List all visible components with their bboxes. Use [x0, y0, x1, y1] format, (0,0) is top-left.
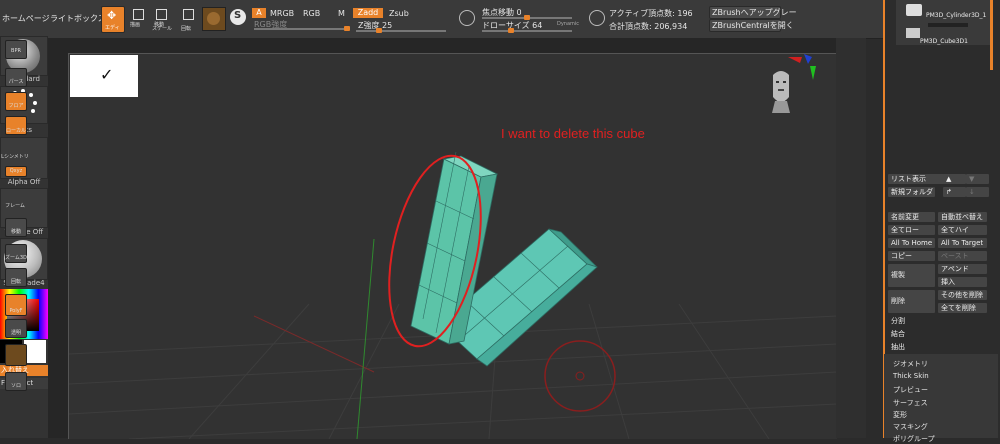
folder-arrow-icon: ↱	[946, 188, 952, 196]
extract-button[interactable]: 抽出	[888, 342, 935, 352]
draw-size-slider[interactable]	[482, 28, 572, 33]
lsym-button[interactable]: Lシンメトリ	[1, 146, 29, 163]
navigation-thumbnail[interactable]: ✓	[70, 55, 138, 97]
active-points-label: アクティブ頂点数: 196	[609, 9, 693, 18]
subtool-scrollbar[interactable]	[990, 0, 993, 70]
menu-geometry[interactable]: ジオメトリ	[893, 359, 928, 369]
ghost-button[interactable]	[5, 344, 27, 366]
subtool-item-1[interactable]: PM3D_Cylinder3D_1	[926, 12, 986, 19]
rgb-toggle[interactable]: RGB	[303, 9, 320, 18]
menu-polygroups[interactable]: ポリグループ	[893, 434, 935, 444]
cube-thumb-icon	[906, 28, 920, 38]
polyf-button[interactable]: PolyF	[5, 294, 27, 316]
a-toggle[interactable]: A	[252, 8, 266, 18]
focal-shift-slider[interactable]	[482, 15, 572, 20]
menu-preview[interactable]: プレビュー	[893, 385, 928, 395]
rotate-icon	[183, 9, 194, 20]
mrgb-toggle[interactable]: MRGB	[270, 9, 294, 18]
axis-gizmo-icon	[788, 54, 816, 80]
delete-other-button[interactable]: その他を削除	[938, 290, 987, 300]
duplicate-button[interactable]: 複製	[888, 264, 935, 287]
cylinder-thumb-icon	[906, 4, 922, 16]
total-points-label: 合計頂点数: 206,934	[609, 22, 688, 31]
arrow-up-button[interactable]: ▲	[943, 174, 966, 184]
document-canvas[interactable]: ✓ I want to delete this cube	[68, 53, 837, 439]
draw-button[interactable]: 描画	[130, 9, 146, 29]
arrow-down-icon: ▼	[969, 175, 975, 183]
home-page-button[interactable]: ホームページ	[2, 13, 50, 24]
zoom3d-button[interactable]: ズーム3D	[5, 244, 27, 263]
m-toggle[interactable]: M	[338, 9, 345, 18]
delete-button[interactable]: 削除	[888, 290, 935, 313]
transp-button[interactable]: 透明	[5, 319, 27, 338]
append-button[interactable]: アペンド	[938, 264, 987, 274]
zsub-toggle[interactable]: Zsub	[389, 9, 409, 18]
arrow-down-button[interactable]: ▼	[966, 174, 989, 184]
copy-button[interactable]: コピー	[888, 251, 935, 261]
menu-surface[interactable]: サーフェス	[893, 398, 928, 408]
new-folder-button[interactable]: 新規フォルダ	[888, 187, 935, 197]
secondary-color-swatch[interactable]	[24, 340, 46, 363]
zbrush-central-button[interactable]: ZBrushCentralを開く	[709, 19, 794, 32]
right-shelf	[836, 38, 866, 438]
all-high-button[interactable]: 全てハイ	[938, 225, 987, 235]
viewport-scene	[69, 151, 837, 439]
menu-deformation[interactable]: 変形	[893, 410, 907, 420]
alpha-label: Alpha Off	[7, 178, 41, 186]
persp-button[interactable]: パース	[5, 68, 27, 87]
color-picker-icon[interactable]: S	[230, 9, 246, 25]
lightbox-button[interactable]: ライトボックス	[50, 13, 106, 24]
delete-all-button[interactable]: 全てを削除	[938, 303, 987, 313]
auto-reorder-button[interactable]: 自動並べ替え	[938, 212, 987, 222]
folder-move-down-button[interactable]: ↓	[966, 187, 989, 197]
frame-button[interactable]: フレーム	[5, 192, 25, 209]
paste-button[interactable]: ペースト	[938, 251, 987, 261]
insert-button[interactable]: 挿入	[938, 277, 987, 287]
brush-cursor	[544, 340, 616, 412]
subtool-item-2[interactable]: PM3D_Cube3D1	[920, 38, 968, 45]
all-to-home-button[interactable]: All To Home	[888, 238, 935, 248]
subtool-list[interactable]: PM3D_Cylinder3D_1 PM3D_Cube3D1	[896, 0, 990, 45]
folder-arrow-down-icon: ↓	[969, 188, 975, 196]
menu-masking[interactable]: マスキング	[893, 422, 928, 432]
move-view-button[interactable]: 移動	[5, 218, 27, 237]
rotate-view-button[interactable]: 回転	[5, 268, 27, 287]
all-low-button[interactable]: 全てロー	[888, 225, 935, 235]
floor-button[interactable]: フロア	[5, 92, 27, 111]
z-intensity-slider[interactable]	[356, 28, 446, 33]
draw-icon	[133, 9, 144, 20]
subtool-visibility-icons[interactable]	[928, 23, 968, 27]
xyz-button[interactable]: Qxyz	[5, 166, 27, 177]
dynamic-toggle[interactable]: Dynamic	[557, 21, 579, 27]
merge-button[interactable]: 結合	[888, 329, 935, 339]
arrow-up-icon: ▲	[946, 175, 952, 183]
thumbnail-check-icon: ✓	[100, 65, 114, 84]
rename-button[interactable]: 名前変更	[888, 212, 935, 222]
rotate-button[interactable]: 回転	[178, 9, 198, 32]
all-to-target-button[interactable]: All To Target	[938, 238, 987, 248]
menu-thick-skin[interactable]: Thick Skin	[893, 372, 929, 380]
edit-button[interactable]: ✥ エディ	[101, 6, 125, 33]
rgb-intensity-slider[interactable]	[254, 26, 350, 31]
focal-shift-icon[interactable]	[459, 10, 475, 26]
split-button[interactable]: 分割	[888, 316, 935, 326]
solo-button[interactable]: ソロ	[5, 372, 27, 391]
local-button[interactable]: ローカル	[5, 116, 27, 135]
material-sphere-icon	[207, 12, 220, 25]
move-cross-icon: ✥	[107, 9, 117, 22]
draw-size-icon[interactable]	[589, 10, 605, 26]
material-button[interactable]	[202, 7, 226, 31]
annotation-text: I want to delete this cube	[501, 126, 645, 141]
zbrush-upgrade-button[interactable]: ZBrushへアップグレー	[709, 6, 797, 19]
top-toolbar: ホームページ ライトボックス ✥ エディ 描画 移動 スケール 回転 S A M…	[0, 0, 885, 39]
folder-move-button[interactable]: ↱	[943, 187, 966, 197]
zadd-toggle[interactable]: Zadd	[353, 8, 383, 18]
bpr-button[interactable]: BPR	[5, 40, 27, 59]
scale-button[interactable]: スケール	[152, 9, 172, 32]
